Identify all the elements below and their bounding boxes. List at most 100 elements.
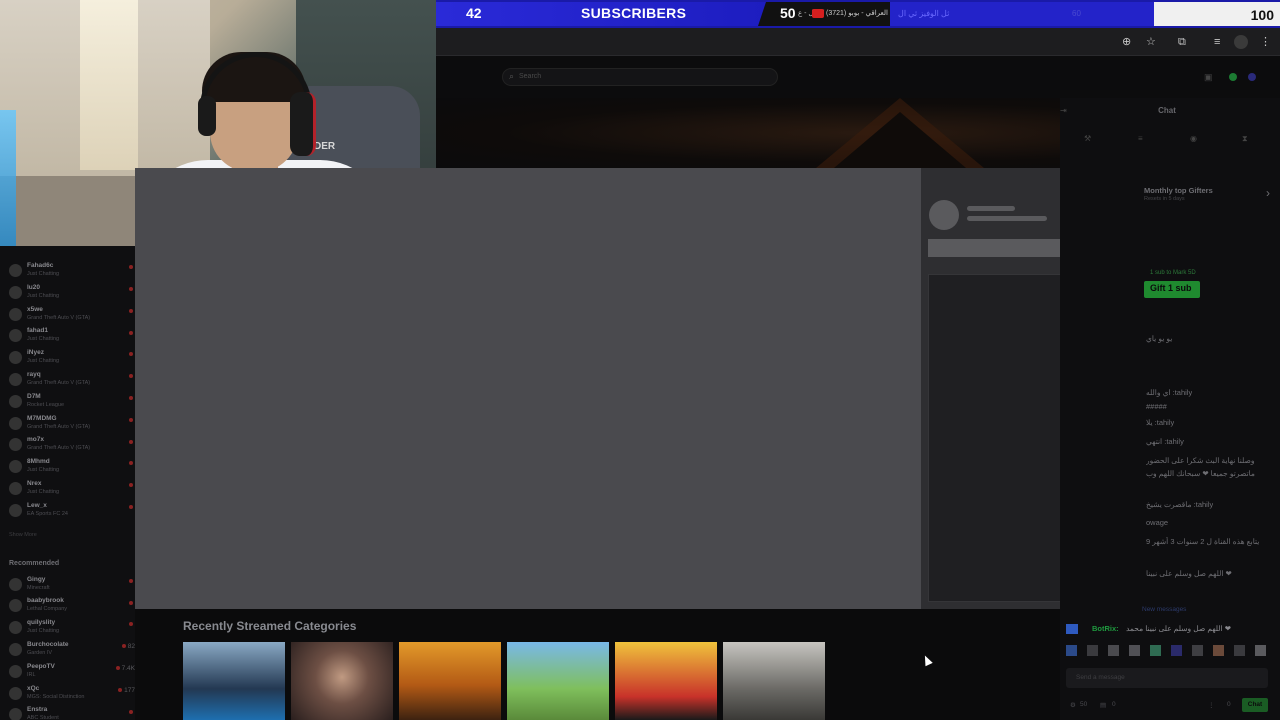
list-icon[interactable]: ≡ [1138, 134, 1143, 143]
emote-icon[interactable] [1108, 645, 1119, 656]
live-dot-icon [129, 483, 133, 488]
sidebar-channel[interactable]: Lew_x EA Sports FC 24 [0, 500, 135, 521]
address-bar[interactable] [436, 31, 1110, 53]
emote-icon[interactable] [1234, 645, 1245, 656]
live-dot-icon [115, 666, 120, 671]
live-dot-icon [129, 374, 133, 379]
channel-points-icon[interactable]: ⚙ [1070, 701, 1076, 709]
live-dot-icon [129, 439, 133, 444]
video-player-placeholder[interactable] [135, 168, 921, 609]
recently-streamed-title: Recently Streamed Categories [183, 619, 357, 633]
extensions-icon[interactable]: ⧉ [1178, 35, 1186, 49]
emote-icon[interactable] [1150, 645, 1161, 656]
message-count: 0 [1227, 701, 1231, 708]
emote-icon[interactable] [1255, 645, 1266, 656]
chat-bubble-icon[interactable]: ◉ [1190, 134, 1197, 143]
chevron-right-icon[interactable]: › [1266, 186, 1270, 200]
show-more-link[interactable]: Show More [9, 532, 37, 538]
channel-avatar [9, 643, 22, 656]
user-avatar-icon[interactable] [1248, 73, 1256, 81]
translate-icon[interactable]: ⊕ [1122, 35, 1131, 49]
channel-name: Burchocolate [27, 641, 69, 648]
sidebar-channel[interactable]: D7M Rocket League [0, 391, 135, 412]
chat-message: يو يو ياي [1146, 334, 1173, 343]
channel-name: Fahad6c [27, 262, 54, 269]
category-card[interactable] [183, 642, 285, 720]
channel-category: Rocket League [27, 401, 64, 408]
channel-category: MGS: Social Distinction [27, 693, 85, 700]
emote-icon[interactable] [1213, 645, 1224, 656]
channel-name: Gingy [27, 575, 46, 583]
channel-category: Just Chatting [27, 467, 60, 474]
chat-send-button[interactable]: Chat [1242, 698, 1268, 712]
channel-avatar [9, 351, 22, 365]
hammer-icon[interactable]: ⚒ [1084, 134, 1091, 143]
sidebar-channel[interactable]: Burchocolate Garden IV 82 [0, 639, 135, 660]
category-card[interactable] [507, 642, 609, 720]
channel-name: rayq [27, 371, 41, 378]
sidebar-channel[interactable]: x5we Grand Theft Auto V (GTA) [0, 304, 135, 325]
live-dot-icon [129, 622, 133, 627]
notifications-icon[interactable]: ▣ [1204, 72, 1213, 83]
gift-sub-button[interactable]: Gift 1 sub [1144, 281, 1200, 298]
sidebar-channel[interactable]: fahad1 Just Chatting [0, 325, 135, 346]
category-card[interactable] [615, 642, 717, 720]
stream-page: 42 SUBSCRIBERS 50 كل ل - ع (3721) حاتم ا… [0, 0, 1280, 720]
sidebar-channel[interactable]: xQc MGS: Social Distinction 177 [0, 683, 135, 704]
channel-avatar [9, 394, 22, 408]
sidebar-channel[interactable]: PeepoTV IRL 7.4K [0, 661, 135, 682]
sidebar-channel[interactable]: Gingy Minecraft [0, 574, 135, 595]
sidebar-channel[interactable]: Enstra ABC Student [0, 704, 135, 720]
channel-avatar [9, 460, 22, 474]
channel-avatar [9, 686, 22, 700]
category-card[interactable] [723, 642, 825, 720]
chat-message: اللهم صل وسلم على نبينا ❤ [1146, 569, 1232, 578]
live-dot-icon [129, 505, 133, 510]
browser-toolbar: ⊕ ☆ ⧉ ≡ ⋮ [436, 28, 1280, 56]
channel-name: Enstra [27, 706, 48, 714]
channel-avatar [9, 307, 22, 321]
sidebar-channel[interactable]: iNyez Just Chatting [0, 347, 135, 368]
sidebar-channel[interactable]: lu20 Just Chatting [0, 282, 135, 303]
sidebar-channel[interactable]: Fahad6c Just Chatting [0, 260, 135, 281]
sidebar-channel[interactable]: 8Mhmd Just Chatting [0, 456, 135, 477]
bot-name[interactable]: BotRix: [1092, 624, 1119, 633]
chat-settings-icon[interactable]: ⋮ [1208, 701, 1215, 709]
live-dot-icon [129, 578, 133, 583]
live-dot-icon [129, 461, 133, 466]
status-dot-icon[interactable] [1229, 73, 1237, 81]
star-icon[interactable]: ☆ [1146, 35, 1156, 49]
gift-icon[interactable]: ▤ [1100, 701, 1106, 709]
chat-input[interactable]: Send a message [1066, 668, 1268, 688]
sidebar-channel[interactable]: rayq Grand Theft Auto V (GTA) [0, 369, 135, 390]
channel-avatar [9, 599, 22, 613]
emote-icon[interactable] [1192, 645, 1203, 656]
menu-icon[interactable]: ⋮ [1260, 35, 1271, 49]
channel-category: Just Chatting [27, 292, 60, 299]
live-dot-icon [129, 287, 133, 292]
sidebar-channel[interactable]: baabybrook Lethal Company [0, 595, 135, 616]
new-messages-label[interactable]: New messages [1142, 606, 1186, 613]
sidebar-channel[interactable]: mo7x Grand Theft Auto V (GTA) [0, 434, 135, 455]
sidebar-channel[interactable]: Nrex Just Chatting [0, 478, 135, 499]
channel-avatar [9, 373, 22, 386]
emote-icon[interactable] [1129, 645, 1140, 656]
category-card[interactable] [399, 642, 501, 720]
media-icon[interactable]: ≡ [1214, 35, 1220, 49]
channel-name: iNyez [27, 349, 44, 357]
hourglass-icon[interactable]: ⧗ [1242, 134, 1248, 144]
botrix-badge-icon [1066, 624, 1078, 634]
sidebar-channel[interactable]: M7MDMG Grand Theft Auto V (GTA) [0, 413, 135, 434]
emote-icon[interactable] [1171, 645, 1182, 656]
sidebar-channel[interactable]: quilyslity Just Chatting [0, 617, 135, 638]
search-icon: ⌕ [509, 71, 515, 81]
profile-icon[interactable] [1234, 35, 1248, 49]
category-card[interactable] [291, 642, 393, 720]
search-input[interactable]: ⌕ Search [502, 68, 778, 86]
chat-message: اي والله :tahily [1146, 388, 1193, 397]
channel-avatar [9, 329, 22, 343]
emote-icon[interactable] [1066, 645, 1077, 656]
subscriber-count-mid: 50 [780, 5, 796, 21]
channel-category: Grand Theft Auto V (GTA) [27, 445, 91, 452]
emote-icon[interactable] [1087, 645, 1098, 656]
